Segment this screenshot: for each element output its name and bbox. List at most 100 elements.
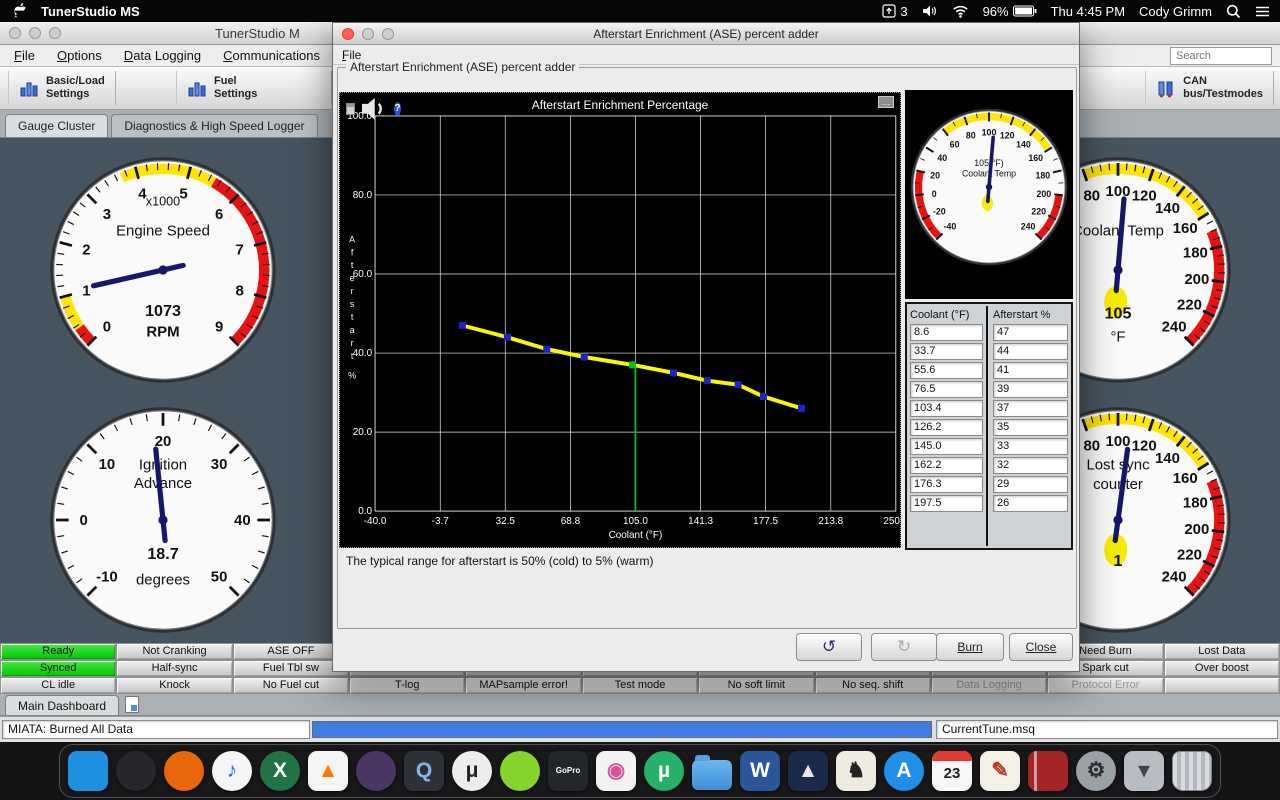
- battery-indicator[interactable]: 96%: [983, 4, 1037, 19]
- coolant-cell[interactable]: 55.6: [910, 362, 983, 379]
- can-bus-testmodes-button[interactable]: CANbus/Testmodes: [1145, 71, 1274, 105]
- wifi-icon[interactable]: [952, 4, 969, 18]
- menubar-clock[interactable]: Thu 4:45 PM: [1051, 4, 1125, 19]
- ase-curve-chart[interactable]: -40.0-3.732.568.8105.0141.3177.5213.8250…: [339, 92, 901, 548]
- dock-itunes-icon[interactable]: ♪: [212, 751, 252, 791]
- close-window-button[interactable]: [9, 27, 21, 39]
- coolant-cell[interactable]: 126.2: [910, 419, 983, 436]
- dock-downloads-stack-icon[interactable]: ▾: [1124, 751, 1164, 791]
- afterstart-cell[interactable]: 39: [993, 381, 1068, 398]
- ase-chart-svg[interactable]: -40.0-3.732.568.8105.0141.3177.5213.8250…: [340, 93, 900, 547]
- indicator-not-cranking: Not Cranking: [116, 643, 232, 660]
- notification-center-icon[interactable]: [1255, 5, 1270, 18]
- coolant-cell[interactable]: 103.4: [910, 400, 983, 417]
- afterstart-cell[interactable]: 37: [993, 400, 1068, 417]
- curve-point[interactable]: [504, 334, 511, 341]
- chart-window-icon[interactable]: [346, 103, 355, 115]
- coolant-cell[interactable]: 176.3: [910, 476, 983, 493]
- engine-speed-gauge[interactable]: 0123456789x1000Engine Speed1073RPM: [48, 155, 278, 385]
- close-button[interactable]: Close: [1009, 633, 1073, 661]
- curve-point[interactable]: [459, 322, 466, 329]
- coolant-cell[interactable]: 197.5: [910, 495, 983, 512]
- coolant-cell[interactable]: 145.0: [910, 438, 983, 455]
- afterstart-cell[interactable]: 29: [993, 476, 1068, 493]
- dock-gears-app-icon[interactable]: ⚙: [1076, 751, 1116, 791]
- dashboard-tabs: Main Dashboard: [0, 694, 1280, 716]
- dialog-zoom-button[interactable]: [382, 28, 394, 40]
- curve-point[interactable]: [798, 405, 805, 412]
- zoom-window-button[interactable]: [49, 27, 61, 39]
- dialog-titlebar[interactable]: Afterstart Enrichment (ASE) percent adde…: [333, 23, 1079, 45]
- gauge-text: counter: [1093, 476, 1143, 493]
- fuel-settings-button[interactable]: FuelSettings: [176, 71, 332, 105]
- dock-mu-editor-icon[interactable]: μ: [452, 751, 492, 791]
- dock-app-store-icon[interactable]: A: [884, 751, 924, 791]
- chart-options-icon[interactable]: …: [878, 96, 894, 108]
- afterstart-cell[interactable]: 47: [993, 324, 1068, 341]
- dock-chess-icon[interactable]: ♞: [836, 751, 876, 791]
- dock-firefox-icon[interactable]: [164, 751, 204, 791]
- burn-button[interactable]: Burn: [936, 633, 1004, 661]
- dock-gopro-icon[interactable]: GoPro: [548, 751, 588, 791]
- dock-quicktime-icon[interactable]: Q: [404, 751, 444, 791]
- dock-art-supplies-icon[interactable]: ✎: [980, 751, 1020, 791]
- dock-final-cut-icon[interactable]: [356, 751, 396, 791]
- menu-extra-sync[interactable]: 3: [882, 4, 907, 19]
- dock-dark-app-icon[interactable]: [116, 751, 156, 791]
- volume-icon[interactable]: [922, 4, 938, 18]
- curve-point[interactable]: [581, 354, 588, 361]
- dock-photos-icon[interactable]: ◉: [596, 751, 636, 791]
- dock-trash-icon[interactable]: [1172, 751, 1212, 791]
- coolant-cell[interactable]: 33.7: [910, 343, 983, 360]
- spotlight-search-icon[interactable]: [1226, 4, 1241, 19]
- curve-point[interactable]: [543, 346, 550, 353]
- dock-utorrent-icon[interactable]: µ: [644, 751, 684, 791]
- dock-android-icon[interactable]: [500, 751, 540, 791]
- dock-excel-icon[interactable]: X: [260, 751, 300, 791]
- dialog-close-button[interactable]: [342, 28, 354, 40]
- coolant-cell[interactable]: 8.6: [910, 324, 983, 341]
- dock-vlc-icon[interactable]: ▲: [308, 751, 348, 791]
- coolant-cell[interactable]: 162.2: [910, 457, 983, 474]
- dialog-minimize-button[interactable]: [362, 28, 374, 40]
- coolant-cell[interactable]: 76.5: [910, 381, 983, 398]
- redo-button[interactable]: ↻: [871, 633, 937, 661]
- dock-dictionary-icon[interactable]: [1028, 751, 1068, 791]
- tab-diagnostics-high-speed-logger[interactable]: Diagnostics & High Speed Logger: [111, 114, 317, 137]
- dock-word-icon[interactable]: W: [740, 751, 780, 791]
- dock-finder-icon[interactable]: [68, 751, 108, 791]
- dashboard-page-icon[interactable]: [125, 696, 139, 713]
- apple-menu-icon[interactable]: [12, 3, 27, 19]
- dock-folder-icon[interactable]: [692, 760, 732, 790]
- curve-point[interactable]: [704, 377, 711, 384]
- curve-point[interactable]: [735, 381, 742, 388]
- afterstart-cell[interactable]: 41: [993, 362, 1068, 379]
- chart-speaker-icon[interactable]: [361, 96, 389, 122]
- curve-point[interactable]: [670, 369, 677, 376]
- menubar-app-name[interactable]: TunerStudio MS: [41, 4, 140, 19]
- ignition-advance-gauge[interactable]: -1001020304050IgnitionAdvance18.7degrees: [48, 405, 278, 635]
- gauge-scale-number: 8: [235, 283, 243, 300]
- curve-point[interactable]: [760, 393, 767, 400]
- basic-load-settings-button[interactable]: Basic/LoadSettings: [8, 71, 116, 105]
- menu-options[interactable]: Options: [57, 48, 102, 63]
- menu-file[interactable]: File: [14, 48, 35, 63]
- dock-calendar-icon[interactable]: 23: [932, 751, 972, 791]
- afterstart-cell[interactable]: 33: [993, 438, 1068, 455]
- minimize-window-button[interactable]: [29, 27, 41, 39]
- afterstart-cell[interactable]: 26: [993, 495, 1068, 512]
- afterstart-cell[interactable]: 35: [993, 419, 1068, 436]
- menubar-user[interactable]: Cody Grimm: [1139, 4, 1212, 19]
- afterstart-cell[interactable]: 32: [993, 457, 1068, 474]
- menu-data-logging[interactable]: Data Logging: [124, 48, 201, 63]
- dock-rocket-icon[interactable]: ▲: [788, 751, 828, 791]
- tab-main-dashboard[interactable]: Main Dashboard: [5, 695, 119, 715]
- afterstart-cell[interactable]: 44: [993, 343, 1068, 360]
- menu-communications[interactable]: Communications: [223, 48, 320, 63]
- curve-point[interactable]: [629, 361, 636, 368]
- x-axis-label: Coolant (°F): [609, 530, 663, 541]
- chart-help-icon[interactable]: ?: [394, 102, 401, 116]
- search-input[interactable]: [1170, 47, 1272, 65]
- undo-button[interactable]: ↺: [796, 633, 862, 661]
- tab-gauge-cluster[interactable]: Gauge Cluster: [5, 114, 108, 137]
